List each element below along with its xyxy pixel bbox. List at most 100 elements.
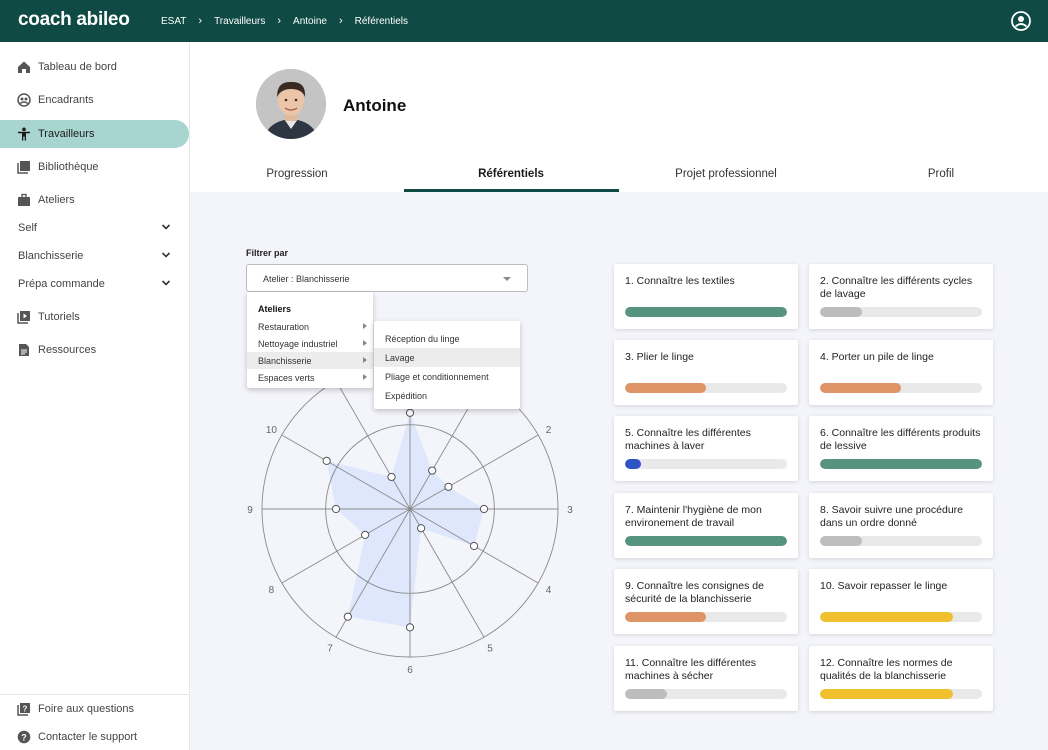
svg-text:?: ? (23, 704, 28, 713)
radar-point (331, 504, 341, 514)
sidebar-item-tableau-de-bord[interactable]: Tableau de bord (0, 53, 189, 81)
skill-progress-fill (625, 689, 668, 699)
skill-progress-bar (820, 536, 982, 546)
chevron-down-icon (161, 280, 171, 286)
skill-title: 9. Connaître les consignes de sécurité d… (625, 580, 764, 605)
skill-card[interactable]: 8. Savoir suivre une procédure dans un o… (809, 493, 993, 558)
filter-label: Filtrer par (246, 248, 289, 258)
chevron-right-icon: › (338, 15, 343, 27)
skill-title: 4. Porter un pile de linge (820, 351, 934, 363)
radar-axis-label: 8 (269, 585, 275, 596)
skill-card[interactable]: 5. Connaître les différentes machines à … (614, 416, 798, 481)
skill-title: 1. Connaître les textiles (625, 275, 735, 287)
sidebar-item-label: Contacter le support (38, 731, 138, 743)
radar-area (326, 412, 484, 628)
skill-card[interactable]: 7. Maintenir l'hygiène de mon environeme… (614, 493, 798, 558)
skill-title: 8. Savoir suivre une procédure dans un o… (820, 504, 963, 529)
chevron-right-icon (363, 374, 367, 380)
menu-item-restauration[interactable]: Restauration (247, 318, 373, 335)
skill-card[interactable]: 10. Savoir repasser le linge (809, 569, 993, 634)
chevron-down-icon (161, 224, 171, 230)
skill-progress-fill (820, 459, 982, 469)
sidebar-item-support[interactable]: ? Contacter le support (0, 723, 189, 750)
skill-progress-bar (625, 612, 787, 622)
breadcrumb: ESAT › Travailleurs › Antoine › Référent… (161, 15, 408, 27)
menu-item-label: Restauration (258, 321, 310, 332)
skill-progress-bar (625, 689, 787, 699)
menu-item-nettoyage-industriel[interactable]: Nettoyage industriel (247, 335, 373, 352)
filter-selected-value: Atelier : Blanchisserie (263, 274, 350, 284)
menu-item-label: Blanchisserie (258, 355, 312, 366)
blanchisserie-submenu: Réception du linge Lavage Pliage et cond… (374, 321, 520, 409)
radar-point (417, 524, 426, 533)
skill-title: 6. Connaître les différents produits de … (820, 427, 981, 452)
radar-axis-label: 9 (247, 505, 253, 516)
skill-title: 3. Plier le linge (625, 351, 694, 363)
submenu-item-expedition[interactable]: Expédition (374, 386, 520, 405)
skill-card[interactable]: 1. Connaître les textiles (614, 264, 798, 329)
skill-card[interactable]: 11. Connaître les différentes machines à… (614, 646, 798, 711)
radar-point (479, 504, 489, 514)
submenu-item-pliage-et-conditionnement[interactable]: Pliage et conditionnement (374, 367, 520, 386)
skill-card[interactable]: 9. Connaître les consignes de sécurité d… (614, 569, 798, 634)
skill-card[interactable]: 12. Connaître les normes de qualités de … (809, 646, 993, 711)
skill-progress-bar (820, 307, 982, 317)
skill-progress-bar (625, 383, 787, 393)
sidebar-group-self[interactable]: Self (0, 214, 189, 242)
radar-axis-label: 4 (546, 585, 552, 596)
breadcrumb-item-antoine[interactable]: Antoine (293, 16, 327, 27)
tab-referentiels[interactable]: Référentiels (404, 168, 618, 180)
skill-progress-fill (625, 459, 642, 469)
sidebar-item-ateliers[interactable]: Ateliers (0, 186, 189, 214)
radar-axis-label: 6 (407, 665, 413, 676)
avatar (256, 69, 326, 139)
tab-projet-professionnel[interactable]: Projet professionnel (619, 168, 833, 180)
sidebar-group-blanchisserie[interactable]: Blanchisserie (0, 242, 189, 270)
radar-point (405, 623, 415, 632)
skill-progress-fill (625, 612, 706, 622)
skill-progress-fill (820, 689, 953, 699)
skill-card[interactable]: 4. Porter un pile de linge (809, 340, 993, 405)
radar-point (322, 456, 331, 465)
sidebar-item-ressources[interactable]: Ressources (0, 336, 189, 364)
skill-title: 12. Connaître les normes de qualités de … (820, 657, 953, 682)
sidebar-item-tutoriels[interactable]: Tutoriels (0, 303, 189, 331)
skill-card[interactable]: 6. Connaître les différents produits de … (809, 416, 993, 481)
app-logo[interactable]: coach abileo (18, 9, 130, 31)
sidebar-item-encadrants[interactable]: Encadrants (0, 86, 189, 114)
person-icon (17, 127, 31, 141)
menu-item-espaces-verts[interactable]: Espaces verts (247, 369, 373, 386)
sidebar-item-label: Travailleurs (38, 128, 95, 140)
submenu-item-reception-du-linge[interactable]: Réception du linge (374, 329, 520, 348)
workshop-filter-select[interactable]: Atelier : Blanchisserie (246, 264, 528, 292)
sidebar-item-bibliotheque[interactable]: Bibliothèque (0, 153, 189, 181)
top-bar: coach abileo ESAT › Travailleurs › Antoi… (0, 0, 1048, 42)
menu-item-label: Nettoyage industriel (258, 338, 338, 349)
skill-card[interactable]: 3. Plier le linge (614, 340, 798, 405)
tab-profil[interactable]: Profil (834, 168, 1048, 180)
sidebar-item-faq[interactable]: ? Foire aux questions (0, 695, 189, 723)
radar-axis-label: 2 (546, 425, 552, 436)
sidebar-item-label: Ressources (38, 344, 97, 356)
radar-point (469, 541, 479, 551)
home-icon (17, 60, 31, 74)
submenu-item-lavage[interactable]: Lavage (374, 348, 520, 367)
chevron-right-icon (363, 323, 367, 329)
sidebar-group-prepa-commande[interactable]: Prépa commande (0, 270, 189, 298)
radar-point (428, 466, 437, 475)
breadcrumb-item-esat[interactable]: ESAT (161, 16, 186, 27)
radar-axis-label: 7 (327, 644, 333, 655)
sidebar-item-label: Bibliothèque (38, 161, 99, 173)
workshop-menu: Ateliers Restauration Nettoyage industri… (247, 292, 373, 388)
sidebar: Tableau de bord Encadrants Travailleurs … (0, 42, 190, 750)
tab-progression[interactable]: Progression (190, 168, 404, 180)
skill-title: 11. Connaître les différentes machines à… (625, 657, 756, 682)
sidebar-item-label: Tutoriels (38, 311, 80, 323)
account-icon[interactable] (1011, 11, 1031, 31)
breadcrumb-item-travailleurs[interactable]: Travailleurs (214, 16, 265, 27)
sidebar-item-travailleurs[interactable]: Travailleurs (0, 120, 189, 148)
briefcase-icon (17, 193, 31, 207)
menu-item-blanchisserie[interactable]: Blanchisserie (247, 352, 373, 369)
document-icon (17, 343, 31, 357)
skill-card[interactable]: 2. Connaître les différents cycles de la… (809, 264, 993, 329)
